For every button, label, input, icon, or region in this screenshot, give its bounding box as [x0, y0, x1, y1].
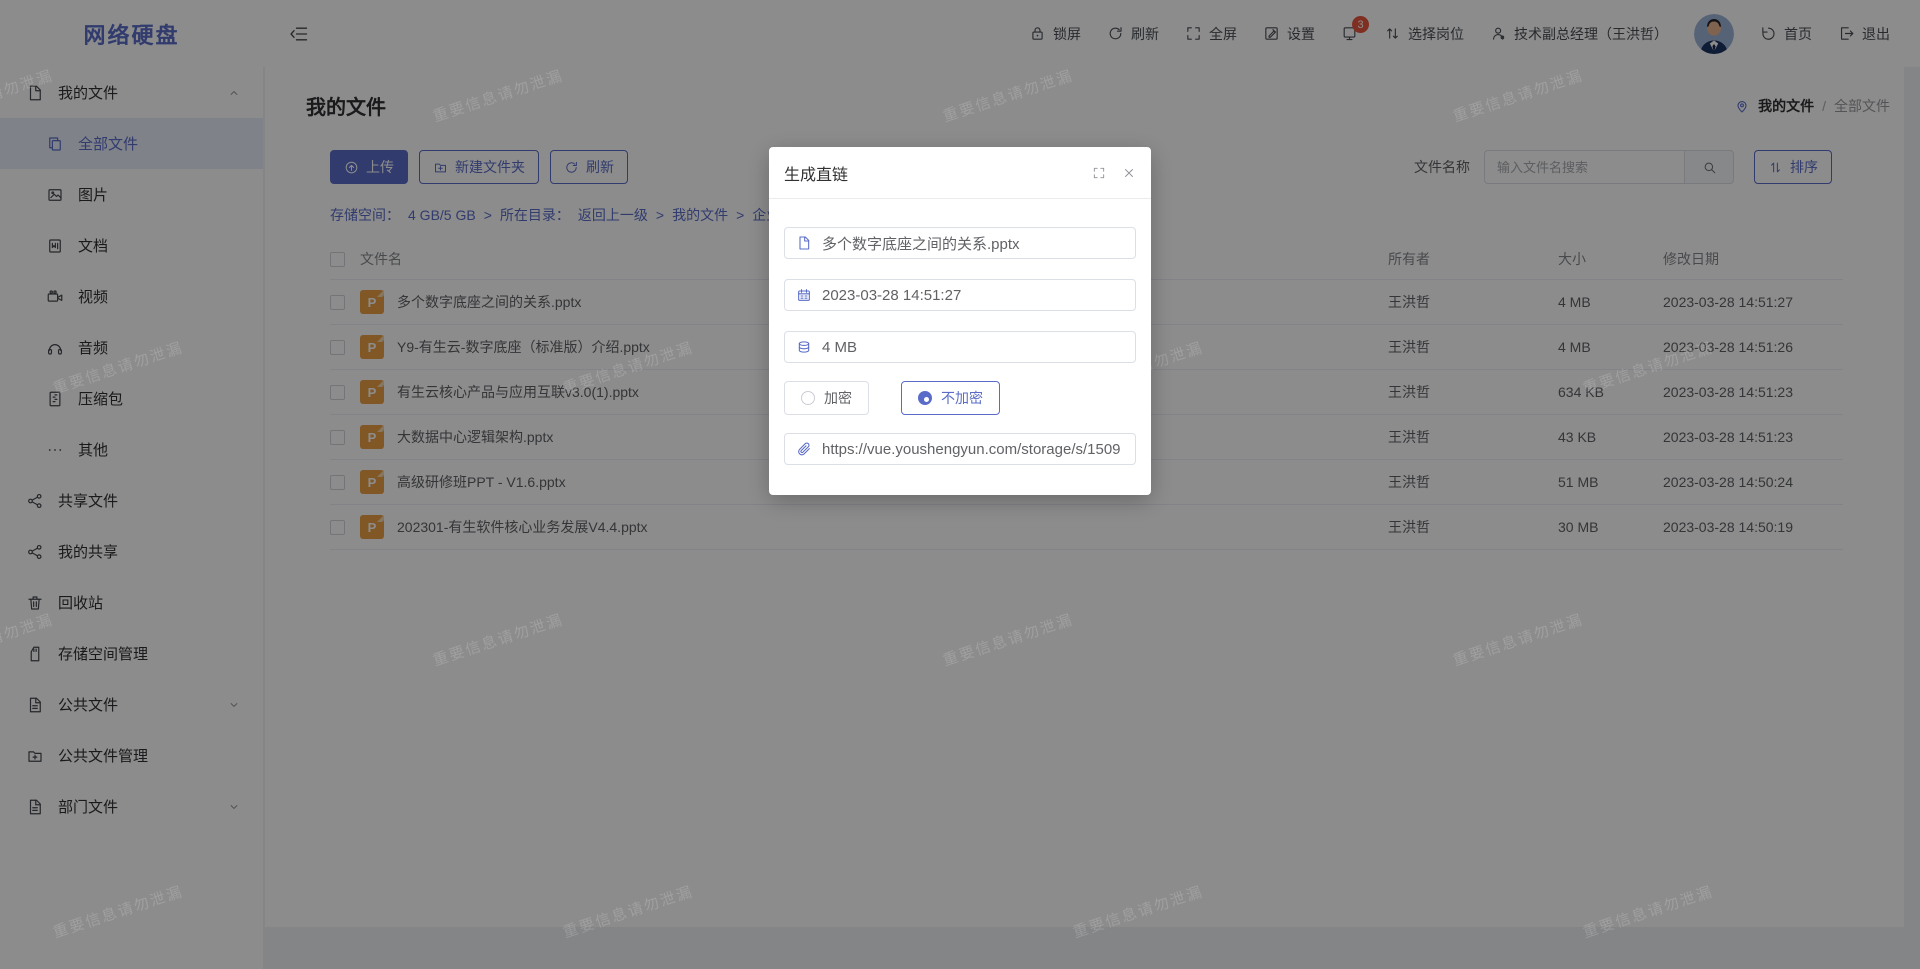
encrypt-label: 加密 [824, 388, 852, 408]
dialog-close-icon[interactable] [1122, 166, 1136, 180]
link-file-size-value: 4 MB [822, 339, 857, 356]
radio-circle-icon [801, 391, 815, 405]
generate-direct-link-dialog: 生成直链 多个数字底座之间的关系.pptx 2023-03-28 14:51:2… [769, 147, 1151, 495]
link-file-size-field[interactable]: 4 MB [784, 331, 1136, 363]
dialog-title: 生成直链 [784, 161, 848, 185]
direct-link-value: https://vue.youshengyun.com/storage/s/15… [822, 441, 1121, 458]
link-file-name-value: 多个数字底座之间的关系.pptx [822, 233, 1020, 254]
link-file-date-field[interactable]: 2023-03-28 14:51:27 [784, 279, 1136, 311]
direct-link-field[interactable]: https://vue.youshengyun.com/storage/s/15… [784, 433, 1136, 465]
storage-size-icon [796, 339, 812, 355]
paperclip-icon [796, 441, 812, 457]
radio-selected-icon [918, 391, 932, 405]
no-encrypt-radio[interactable]: 不加密 [901, 381, 1000, 415]
link-file-name-field[interactable]: 多个数字底座之间的关系.pptx [784, 227, 1136, 259]
no-encrypt-label: 不加密 [941, 388, 983, 408]
encrypt-radio[interactable]: 加密 [784, 381, 869, 415]
dialog-maximize-icon[interactable] [1092, 166, 1106, 180]
file-icon [796, 235, 812, 251]
calendar-icon [796, 287, 812, 303]
link-file-date-value: 2023-03-28 14:51:27 [822, 287, 961, 304]
